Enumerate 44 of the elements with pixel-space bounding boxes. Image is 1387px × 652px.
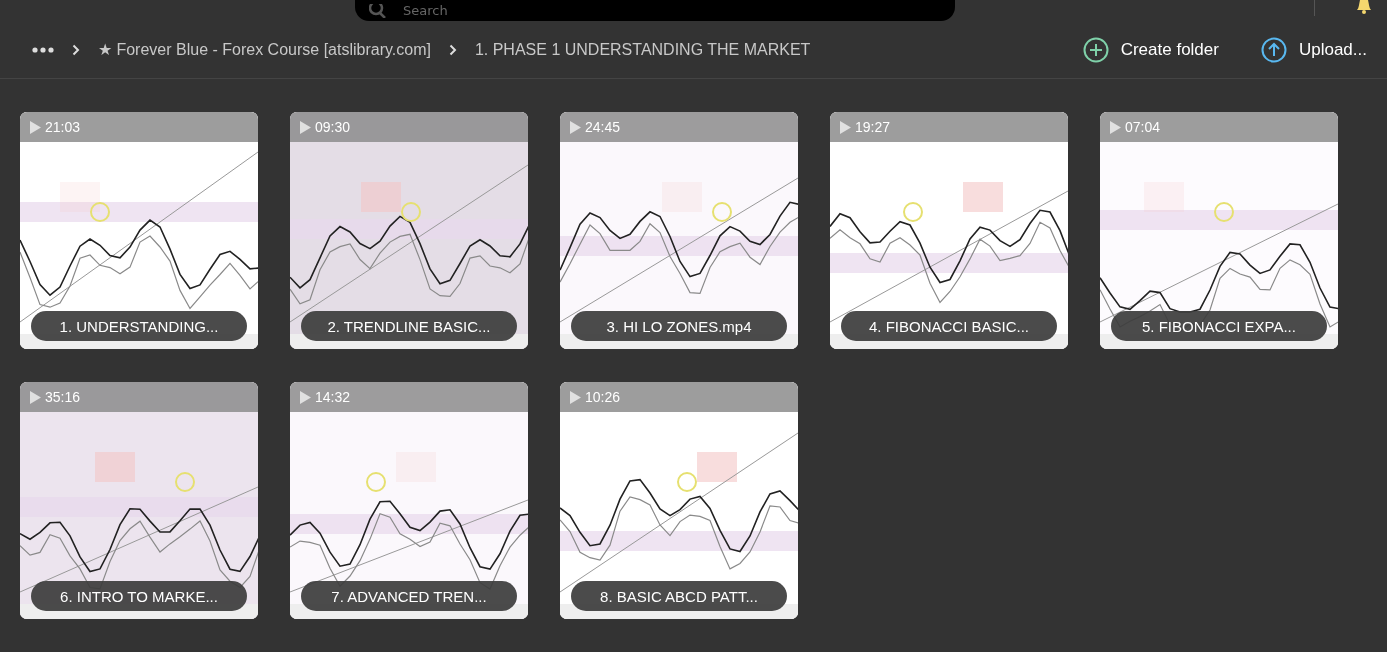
video-title: 1. UNDERSTANDING... — [31, 311, 247, 341]
video-thumbnail[interactable]: 07:04 5. FIBONACCI EXPA... — [1100, 112, 1338, 349]
play-icon — [300, 390, 311, 404]
video-title: 2. TRENDLINE BASIC... — [301, 311, 517, 341]
duration: 24:45 — [585, 119, 621, 135]
video-title: 4. FIBONACCI BASIC... — [841, 311, 1057, 341]
video-thumbnail[interactable]: 14:32 7. ADVANCED TREN... — [290, 382, 528, 619]
video-thumbnail[interactable]: 21:03 1. UNDERSTANDING... — [20, 112, 258, 349]
upload-icon — [1260, 36, 1287, 63]
video-title: 7. ADVANCED TREN... — [301, 581, 517, 611]
duration: 19:27 — [855, 119, 891, 135]
duration: 10:26 — [585, 389, 621, 405]
video-title: 6. INTRO TO MARKE... — [31, 581, 247, 611]
more-icon[interactable] — [32, 46, 54, 53]
play-icon — [840, 120, 851, 134]
breadcrumb-link[interactable]: ★ Forever Blue - Forex Course [atslibrary.com] — [98, 40, 431, 59]
search-input[interactable]: Search — [401, 2, 805, 19]
duration: 09:30 — [315, 119, 351, 135]
duration: 35:16 — [45, 389, 81, 405]
play-icon — [570, 120, 581, 134]
play-icon — [570, 390, 581, 404]
video-thumbnail[interactable]: 19:27 4. FIBONACCI BASIC... — [830, 112, 1068, 349]
duration: 21:03 — [45, 119, 81, 135]
video-title: 8. BASIC ABCD PATT... — [571, 581, 787, 611]
play-icon — [30, 120, 41, 134]
video-title: 5. FIBONACCI EXPA... — [1111, 311, 1327, 341]
chevron-right-icon — [448, 43, 457, 56]
video-thumbnail[interactable]: 09:30 2. TRENDLINE BASIC... — [290, 112, 528, 349]
video-title: 3. HI LO ZONES.mp4 — [571, 311, 787, 341]
video-thumbnail[interactable]: 35:16 6. INTRO TO MARKE... — [20, 382, 258, 619]
search-icon — [369, 3, 387, 18]
play-icon — [1110, 120, 1121, 134]
create-folder-button[interactable]: Create folder — [1082, 36, 1219, 63]
video-thumbnail[interactable]: 24:45 3. HI LO ZONES.mp4 — [560, 112, 798, 349]
play-icon — [30, 390, 41, 404]
duration: 07:04 — [1125, 119, 1161, 135]
play-icon — [300, 120, 311, 134]
breadcrumb-link[interactable]: 1. PHASE 1 UNDERSTANDING THE MARKET — [474, 40, 811, 59]
plus-circle-icon — [1082, 36, 1109, 63]
video-thumbnail[interactable]: 10:26 8. BASIC ABCD PATT... — [560, 382, 798, 619]
search-field[interactable]: Search — [355, 0, 955, 21]
upload-button[interactable]: Upload... — [1260, 36, 1367, 63]
chevron-right-icon — [72, 43, 80, 56]
duration: 14:32 — [315, 389, 351, 405]
